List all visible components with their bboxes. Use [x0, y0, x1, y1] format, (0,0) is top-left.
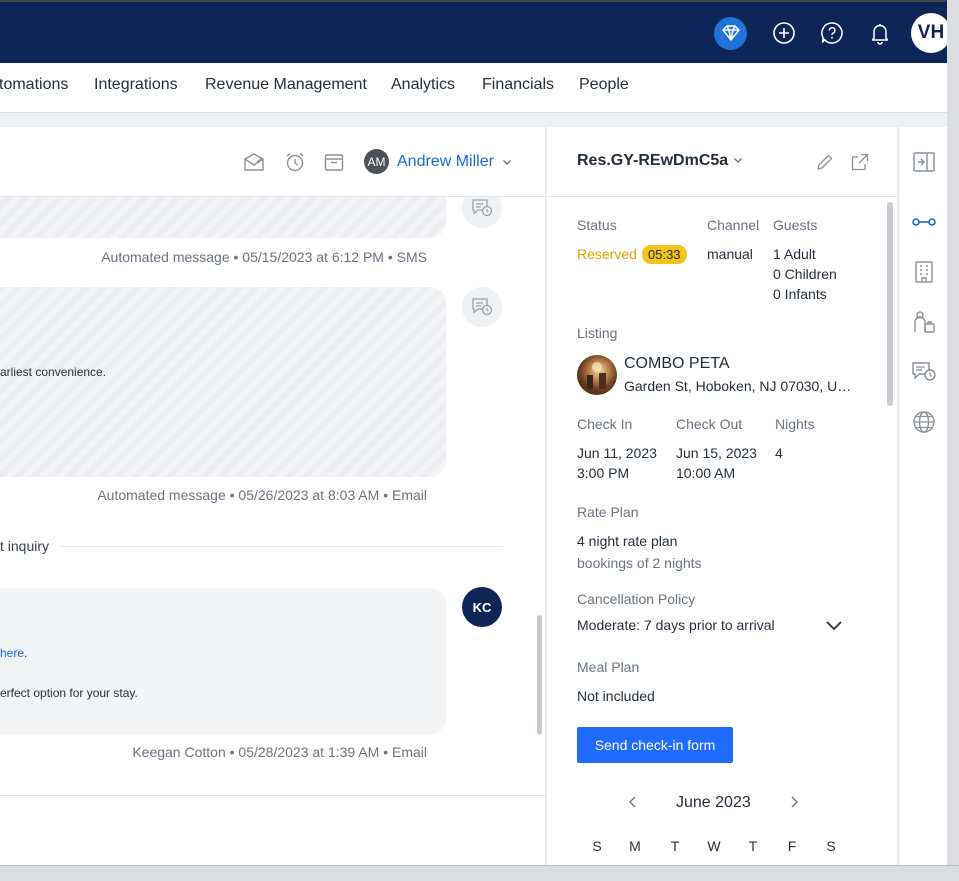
guests-children: 0 Children: [773, 266, 837, 282]
calendar-weekday: T: [748, 838, 758, 854]
guests-label: Guests: [773, 217, 818, 233]
thread-divider-label: t inquiry: [0, 538, 60, 554]
nav-item-analytics[interactable]: Analytics: [391, 76, 455, 94]
app-frame: VH tomations Integrations Revenue Manage…: [0, 0, 959, 881]
listing-name[interactable]: COMBO PETA: [624, 355, 730, 373]
nav-item-people[interactable]: People: [579, 76, 629, 94]
sender-avatar: KC: [462, 587, 502, 627]
plus-circle-icon[interactable]: [765, 14, 803, 52]
outgoing-message-bubble: [0, 588, 446, 734]
collapse-panel-icon[interactable]: [911, 149, 937, 175]
reservation-panel: Res.GY-REwDmC5a Status Channel Guests Re…: [547, 127, 897, 865]
assignee-avatar: AM: [364, 149, 389, 174]
automated-message-bubble: [0, 197, 446, 238]
help-icon[interactable]: [813, 14, 851, 52]
checkout-label: Check Out: [676, 416, 743, 432]
diamond-icon[interactable]: [714, 16, 747, 50]
automated-message-bubble: [0, 287, 446, 477]
assignee-name: Andrew Miller: [397, 152, 494, 170]
checkin-date: Jun 11, 2023: [577, 445, 657, 461]
listing-address: Garden St, Hoboken, NJ 07030, USA: [624, 378, 854, 394]
conversation-panel: AM Andrew Miller Automated message • 05/…: [0, 127, 546, 865]
status-timer-badge: 05:33: [642, 245, 687, 264]
main-nav: tomations Integrations Revenue Managemen…: [0, 63, 947, 113]
guests-infants: 0 Infants: [773, 286, 827, 302]
checkin-label: Check In: [577, 416, 633, 432]
user-avatar[interactable]: VH: [911, 13, 951, 53]
nav-item-integrations[interactable]: Integrations: [94, 76, 178, 94]
reservation-scrollbar[interactable]: [887, 202, 893, 406]
message-meta: Automated message • 05/26/2023 at 8:03 A…: [97, 487, 427, 503]
nav-item-automations[interactable]: tomations: [0, 76, 68, 94]
checkout-time: 10:00 AM: [676, 465, 736, 481]
building-icon[interactable]: [911, 259, 937, 285]
window-edge: [947, 0, 959, 881]
calendar-weekday: W: [707, 838, 721, 854]
message-link-line: here.: [0, 646, 28, 660]
globe-icon[interactable]: [911, 409, 937, 435]
status-value: Reserved: [577, 246, 637, 262]
automated-message-icon: [462, 287, 502, 327]
reservation-header: Res.GY-REwDmC5a: [547, 127, 897, 197]
send-checkin-form-button[interactable]: Send check-in form: [577, 727, 733, 763]
checkout-date: Jun 15, 2023: [676, 445, 757, 461]
rate-plan-subtext: bookings of 2 nights: [577, 555, 702, 571]
message-thread[interactable]: Automated message • 05/15/2023 at 6:12 P…: [0, 197, 532, 775]
thread-divider: [0, 546, 503, 547]
chevron-down-icon: [733, 158, 742, 163]
listing-thumbnail[interactable]: [577, 355, 617, 395]
channel-label: Channel: [707, 217, 760, 233]
edit-icon[interactable]: [815, 152, 835, 172]
nights-label: Nights: [775, 416, 815, 432]
chevron-down-icon: [502, 159, 511, 165]
chevron-right-icon[interactable]: [788, 795, 800, 809]
window-bottom-edge: [0, 865, 959, 881]
alarm-icon[interactable]: [284, 151, 306, 173]
calendar-weekday: T: [670, 838, 680, 854]
meal-plan-value: Not included: [577, 688, 655, 704]
nav-item-financials[interactable]: Financials: [482, 76, 554, 94]
calendar-month: June 2023: [676, 794, 751, 811]
checkin-time: 3:00 PM: [577, 465, 630, 481]
calendar-weekday: F: [787, 838, 797, 854]
status-label: Status: [577, 217, 617, 233]
listing-label: Listing: [577, 325, 618, 341]
context-sidebar: [898, 127, 947, 865]
cancellation-policy-value: Moderate: 7 days prior to arrival: [577, 617, 775, 633]
bell-icon[interactable]: [861, 14, 899, 52]
calendar-weekday: M: [629, 838, 641, 854]
thread-scrollbar[interactable]: [537, 615, 542, 735]
mail-icon[interactable]: [243, 151, 265, 173]
top-bar: VH: [0, 0, 959, 63]
meal-plan-label: Meal Plan: [577, 659, 640, 675]
reservation-timeline-icon[interactable]: [911, 209, 937, 235]
calendar-weekday: S: [592, 838, 602, 854]
guests-adults: 1 Adult: [773, 246, 816, 262]
message-link[interactable]: here: [0, 646, 24, 660]
channel-value: manual: [707, 246, 753, 262]
reservation-id-selector[interactable]: Res.GY-REwDmC5a: [577, 152, 743, 170]
open-external-icon[interactable]: [850, 152, 870, 172]
message-text: erfect option for your stay.: [0, 686, 138, 700]
message-meta: Keegan Cotton • 05/28/2023 at 1:39 AM • …: [132, 744, 427, 760]
nav-item-revenue-management[interactable]: Revenue Management: [205, 76, 367, 94]
message-meta: Automated message • 05/15/2023 at 6:12 P…: [101, 249, 427, 265]
composer-divider: [0, 795, 546, 796]
conversation-header: AM Andrew Miller: [0, 127, 546, 197]
assignee-selector[interactable]: AM Andrew Miller: [364, 149, 512, 174]
calendar-weekday: S: [826, 838, 836, 854]
guest-icon[interactable]: [911, 309, 937, 335]
cancellation-policy-label: Cancellation Policy: [577, 591, 696, 607]
message-schedule-icon[interactable]: [911, 359, 937, 385]
top-bar-actions: VH: [714, 12, 951, 54]
rate-plan-label: Rate Plan: [577, 504, 639, 520]
automated-message-icon: [462, 197, 502, 228]
chevron-left-icon[interactable]: [627, 795, 639, 809]
chevron-down-icon[interactable]: [824, 617, 844, 635]
rate-plan-value: 4 night rate plan: [577, 533, 678, 549]
message-text: arliest convenience.: [0, 365, 107, 379]
nights-value: 4: [775, 445, 783, 461]
archive-icon[interactable]: [323, 151, 345, 173]
